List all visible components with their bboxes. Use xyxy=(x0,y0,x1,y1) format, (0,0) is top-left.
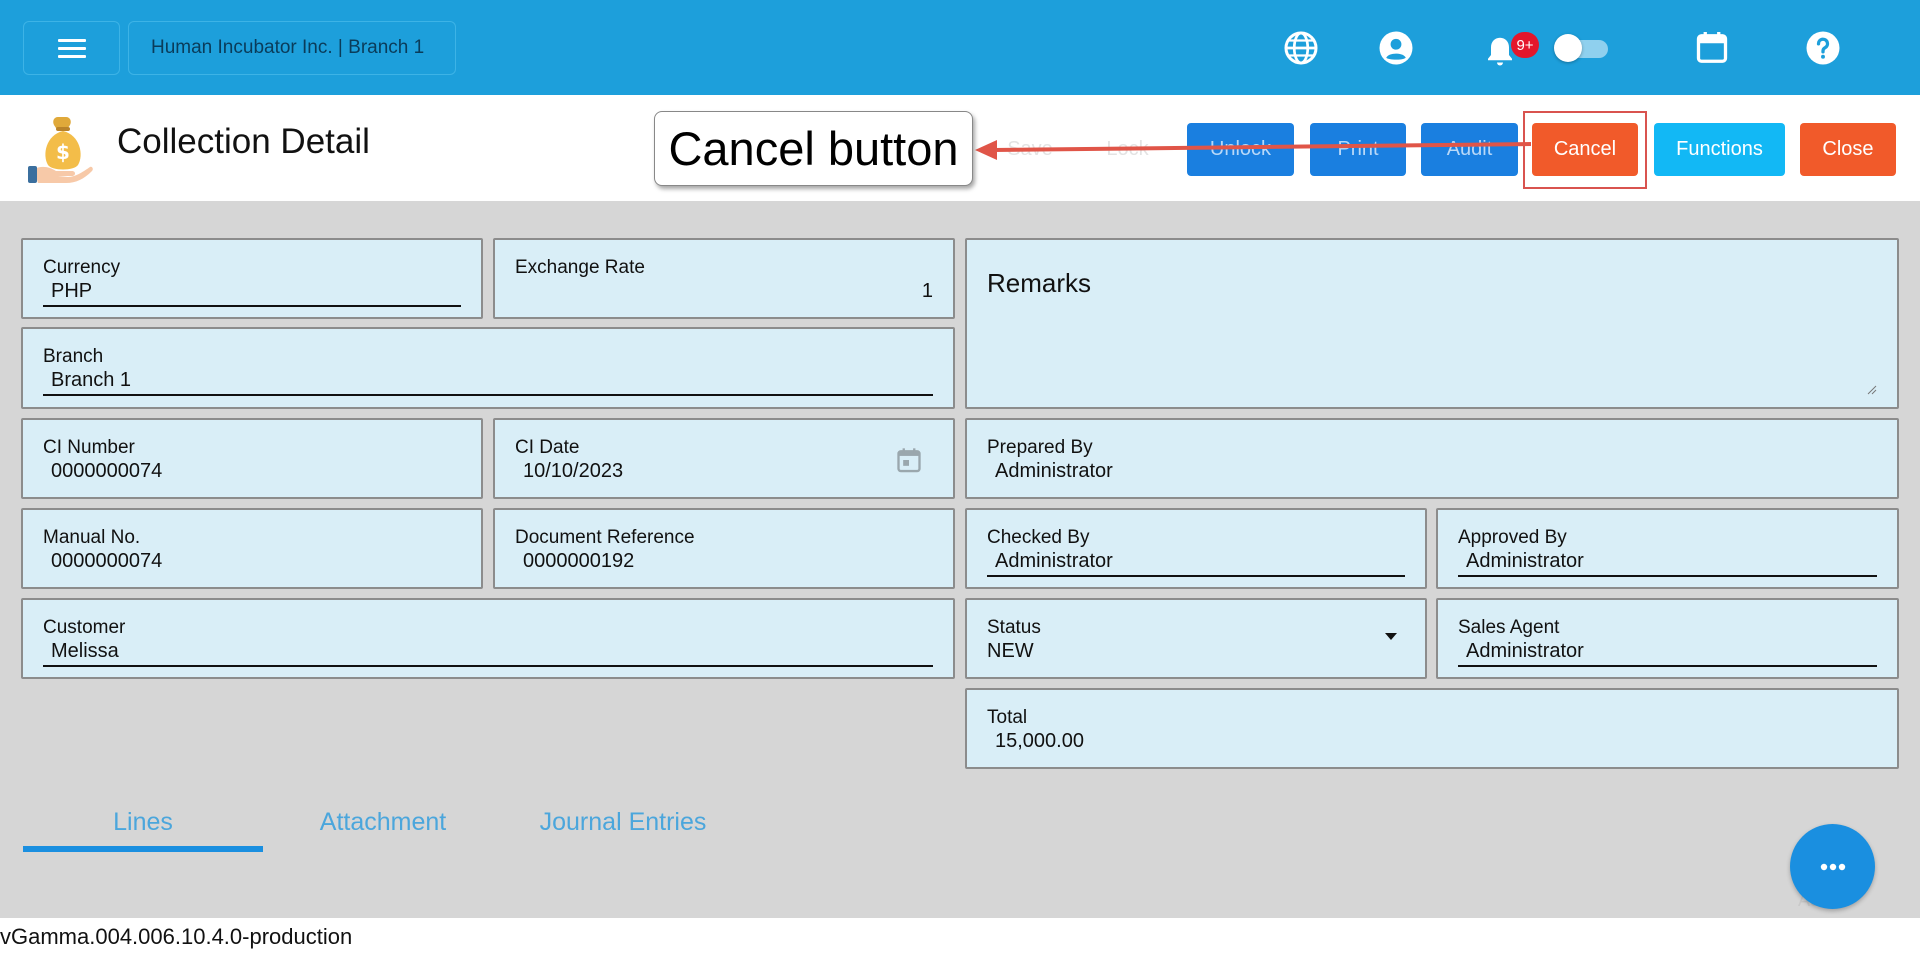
sales-agent-value: Administrator xyxy=(1466,640,1584,662)
svg-text:$: $ xyxy=(56,140,70,164)
remarks-label: Remarks xyxy=(987,268,1092,298)
notification-badge: 9+ xyxy=(1511,32,1539,58)
prepared-by-label: Prepared By xyxy=(987,437,1093,458)
money-bag-hand-icon: $ xyxy=(28,117,93,183)
ci-number-label: CI Number xyxy=(43,437,135,458)
checked-by-field[interactable]: Checked By Administrator xyxy=(965,508,1427,589)
manual-no-label: Manual No. xyxy=(43,527,141,548)
customer-field[interactable]: Customer Melissa xyxy=(21,598,955,679)
annotation-arrow xyxy=(975,140,1532,160)
ci-number-value: 0000000074 xyxy=(51,460,163,482)
currency-field[interactable]: Currency PHP xyxy=(21,238,483,319)
close-button[interactable]: Close xyxy=(1800,123,1896,176)
ci-date-field[interactable]: CI Date 10/10/2023 xyxy=(493,418,955,499)
checked-by-value: Administrator xyxy=(995,550,1113,572)
checked-by-label: Checked By xyxy=(987,527,1090,548)
sales-agent-label: Sales Agent xyxy=(1458,617,1560,638)
status-select[interactable]: Status NEW xyxy=(965,598,1427,679)
help-icon[interactable] xyxy=(1805,30,1841,66)
resize-handle-icon[interactable] xyxy=(1867,385,1877,395)
currency-label: Currency xyxy=(43,257,121,278)
prepared-by-value: Administrator xyxy=(995,460,1113,482)
branch-field[interactable]: Branch Branch 1 xyxy=(21,327,955,409)
tab-bar: Lines Attachment Journal Entries xyxy=(22,792,1896,855)
functions-button[interactable]: Functions xyxy=(1654,123,1785,176)
account-icon[interactable] xyxy=(1378,30,1414,66)
tab-journal-entries[interactable]: Journal Entries xyxy=(503,802,743,842)
top-bar: Human Incubator Inc. | Branch 1 9+ xyxy=(0,0,1920,95)
branch-label: Branch xyxy=(43,346,104,367)
approved-by-label: Approved By xyxy=(1458,527,1567,548)
document-reference-field[interactable]: Document Reference 0000000192 xyxy=(493,508,955,589)
globe-icon[interactable] xyxy=(1283,30,1319,66)
menu-button[interactable] xyxy=(23,21,120,75)
more-actions-button[interactable] xyxy=(1790,824,1875,909)
total-field[interactable]: Total 15,000.00 xyxy=(965,688,1899,769)
approved-by-field[interactable]: Approved By Administrator xyxy=(1436,508,1899,589)
page-title: Collection Detail xyxy=(117,122,370,161)
active-tab-indicator xyxy=(23,846,263,852)
status-label: Status xyxy=(987,617,1041,638)
ci-date-label: CI Date xyxy=(515,437,580,458)
total-value: 15,000.00 xyxy=(995,730,1084,752)
exchange-rate-label: Exchange Rate xyxy=(515,257,645,278)
document-reference-label: Document Reference xyxy=(515,527,695,548)
menu-icon xyxy=(57,38,86,58)
customer-value: Melissa xyxy=(51,640,119,662)
more-horizontal-icon xyxy=(1820,863,1845,870)
manual-no-field[interactable]: Manual No. 0000000074 xyxy=(21,508,483,589)
moon-icon xyxy=(1636,30,1651,60)
ci-date-value: 10/10/2023 xyxy=(523,460,624,482)
customer-label: Customer xyxy=(43,617,126,638)
sales-agent-field[interactable]: Sales Agent Administrator xyxy=(1436,598,1899,679)
status-value: NEW xyxy=(987,640,1034,662)
tab-attachment[interactable]: Attachment xyxy=(263,802,503,842)
exchange-rate-value: 1 xyxy=(921,280,933,302)
exchange-rate-field[interactable]: Exchange Rate 1 xyxy=(493,238,955,319)
currency-value: PHP xyxy=(51,280,93,302)
calendar-icon[interactable] xyxy=(1694,29,1730,65)
remarks-field[interactable]: Remarks xyxy=(965,238,1899,409)
total-label: Total xyxy=(987,707,1028,728)
chevron-down-icon[interactable] xyxy=(1383,630,1399,642)
cancel-highlight-box xyxy=(1523,111,1647,189)
company-branch-selector[interactable]: Human Incubator Inc. | Branch 1 xyxy=(128,21,456,75)
theme-toggle[interactable] xyxy=(1554,34,1610,62)
ci-number-field[interactable]: CI Number 0000000074 xyxy=(21,418,483,499)
branch-value: Branch 1 xyxy=(51,369,132,391)
annotation-callout: Cancel button xyxy=(654,111,973,186)
tab-lines[interactable]: Lines xyxy=(23,802,263,842)
document-reference-value: 0000000192 xyxy=(523,550,635,572)
approved-by-value: Administrator xyxy=(1466,550,1584,572)
calendar-icon[interactable] xyxy=(895,446,923,474)
prepared-by-field[interactable]: Prepared By Administrator xyxy=(965,418,1899,499)
version-label: vGamma.004.006.10.4.0-production xyxy=(0,924,353,949)
manual-no-value: 0000000074 xyxy=(51,550,163,572)
